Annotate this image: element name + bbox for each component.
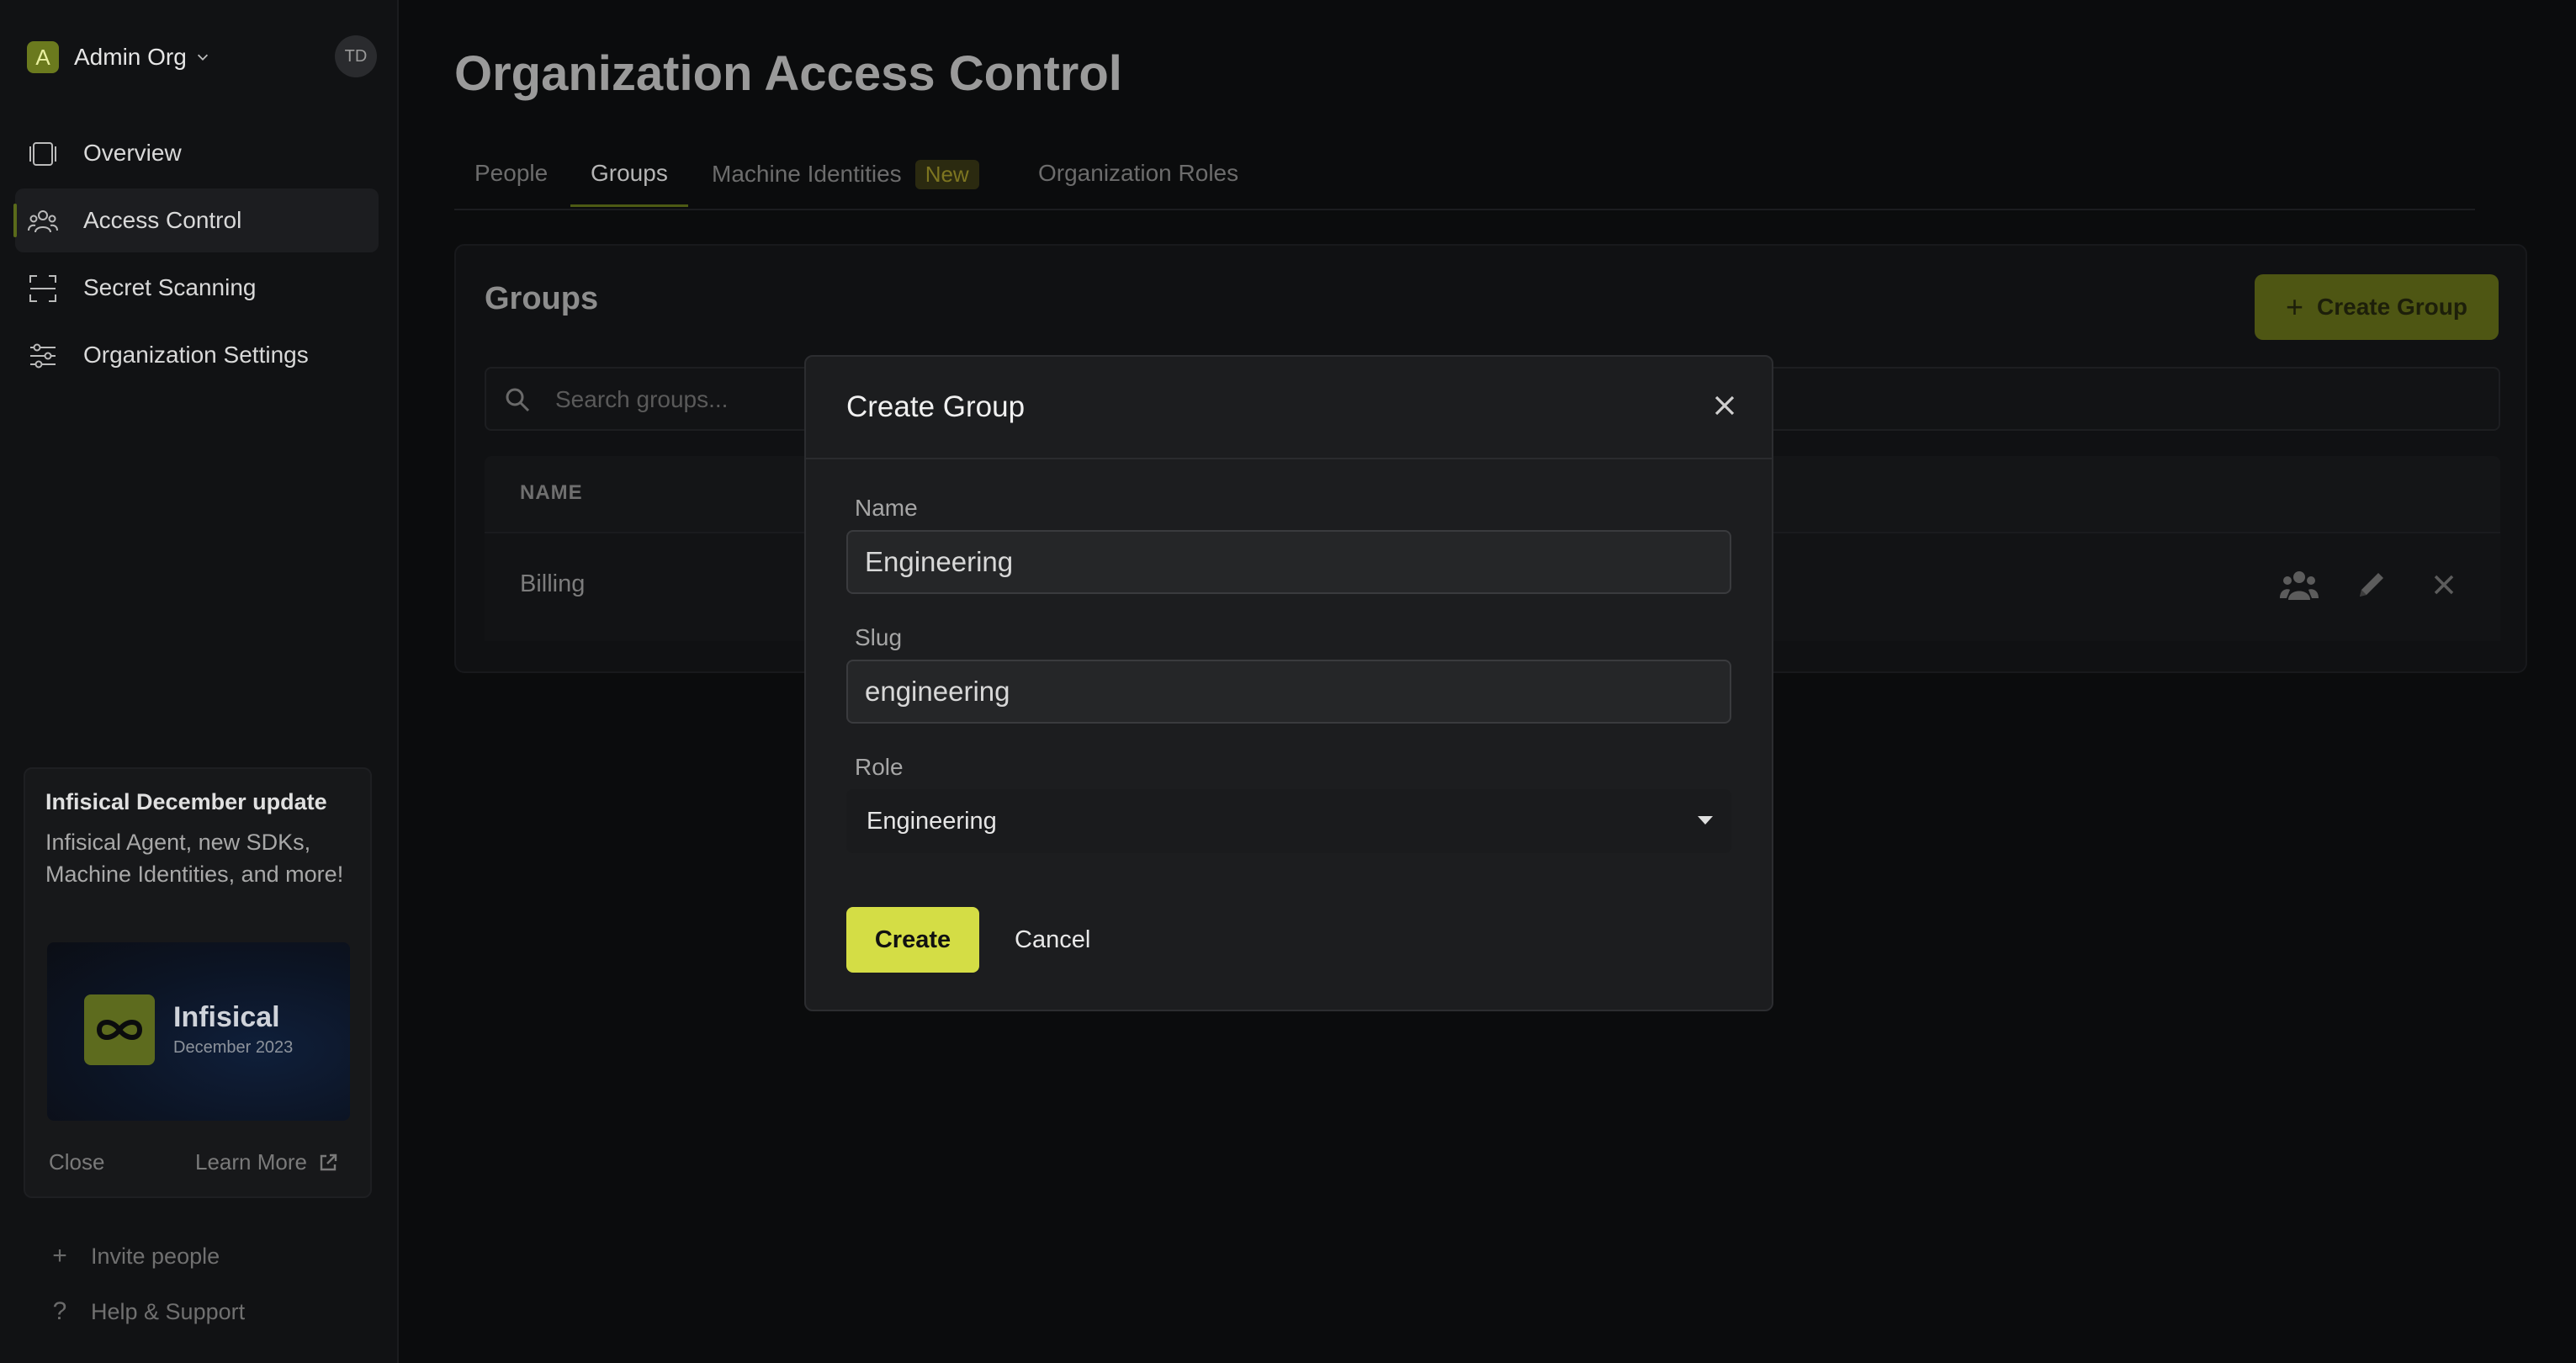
manage-members-icon[interactable] xyxy=(2280,565,2319,604)
modal-title: Create Group xyxy=(846,390,1026,423)
invite-label: Invite people xyxy=(91,1243,220,1269)
create-button[interactable]: Create xyxy=(846,907,979,973)
group-name: Billing xyxy=(520,570,586,597)
scan-icon xyxy=(29,275,56,302)
question-icon: ? xyxy=(52,1297,67,1325)
role-value: Engineering xyxy=(867,807,997,835)
learn-more-label: Learn More xyxy=(195,1149,307,1175)
help-label: Help & Support xyxy=(91,1298,246,1324)
delete-x-icon[interactable] xyxy=(2425,565,2463,604)
plus-icon: + xyxy=(52,1242,67,1270)
role-label: Role xyxy=(855,754,904,780)
update-brand: Infisical xyxy=(173,1001,280,1033)
users-icon xyxy=(28,210,58,233)
chevron-down-icon xyxy=(197,54,208,61)
avatar[interactable]: TD xyxy=(335,35,377,77)
update-title: Infisical December update xyxy=(45,789,327,814)
org-badge: A xyxy=(27,41,59,73)
name-label: Name xyxy=(855,495,918,521)
page-title: Organization Access Control xyxy=(454,46,1122,101)
create-group-label: Create Group xyxy=(2317,294,2467,320)
slug-field[interactable] xyxy=(846,660,1731,724)
infisical-logo-icon xyxy=(84,994,155,1065)
caret-down-icon xyxy=(1698,816,1713,825)
new-badge: New xyxy=(914,160,979,189)
modal-header: Create Group xyxy=(806,357,1772,459)
sidebar-item-label: Organization Settings xyxy=(83,342,309,368)
tab-organization-roles[interactable]: Organization Roles xyxy=(1038,160,1238,207)
sidebar-item-label: Overview xyxy=(83,140,182,166)
update-date: December 2023 xyxy=(173,1038,294,1057)
sidebar-item-label: Secret Scanning xyxy=(83,274,257,300)
update-image[interactable]: Infisical December 2023 xyxy=(47,942,350,1121)
edit-pencil-icon[interactable] xyxy=(2352,565,2391,604)
sidebar-item-organization-settings[interactable]: Organization Settings xyxy=(15,323,379,387)
panel-title: Groups xyxy=(485,281,599,316)
org-name: Admin Org xyxy=(74,44,187,70)
tab-machine-identities[interactable]: Machine Identities New xyxy=(712,160,979,207)
external-link-icon xyxy=(320,1154,337,1170)
sidebar-item-secret-scanning[interactable]: Secret Scanning xyxy=(15,256,379,320)
slug-label: Slug xyxy=(855,624,903,650)
cancel-button[interactable]: Cancel xyxy=(998,907,1107,973)
update-card: Infisical December update Infisical Agen… xyxy=(24,767,372,1198)
create-group-modal: Create Group Name Slug Role Engineering … xyxy=(804,355,1773,1011)
tab-label: Machine Identities xyxy=(712,161,902,187)
sidebar: A Admin Org TD Overview Access Control S… xyxy=(0,0,399,1363)
search-icon xyxy=(506,388,530,412)
update-body: Infisical Agent, new SDKs, Machine Ident… xyxy=(45,830,344,887)
sidebar-item-overview[interactable]: Overview xyxy=(15,121,379,185)
update-close-button[interactable]: Close xyxy=(49,1149,104,1175)
create-group-button[interactable]: + Create Group xyxy=(2255,274,2499,340)
sidebar-item-access-control[interactable]: Access Control xyxy=(13,188,379,252)
tab-groups[interactable]: Groups xyxy=(570,160,688,207)
overview-icon xyxy=(29,142,56,166)
column-name: NAME xyxy=(520,481,583,504)
name-field[interactable] xyxy=(846,530,1731,594)
tab-bar: People Groups Machine Identities New Orga… xyxy=(454,146,2475,210)
invite-people-button[interactable]: + Invite people xyxy=(47,1242,220,1270)
close-icon[interactable] xyxy=(1709,390,1740,421)
org-switcher[interactable]: A Admin Org xyxy=(27,40,210,74)
role-select[interactable]: Engineering xyxy=(846,789,1731,853)
help-support-button[interactable]: ? Help & Support xyxy=(47,1297,245,1326)
row-actions xyxy=(2246,565,2463,604)
tab-people[interactable]: People xyxy=(474,160,548,207)
settings-sliders-icon xyxy=(30,343,56,369)
sidebar-item-label: Access Control xyxy=(83,207,242,233)
plus-icon: + xyxy=(2286,289,2304,324)
learn-more-link[interactable]: Learn More xyxy=(195,1149,339,1175)
